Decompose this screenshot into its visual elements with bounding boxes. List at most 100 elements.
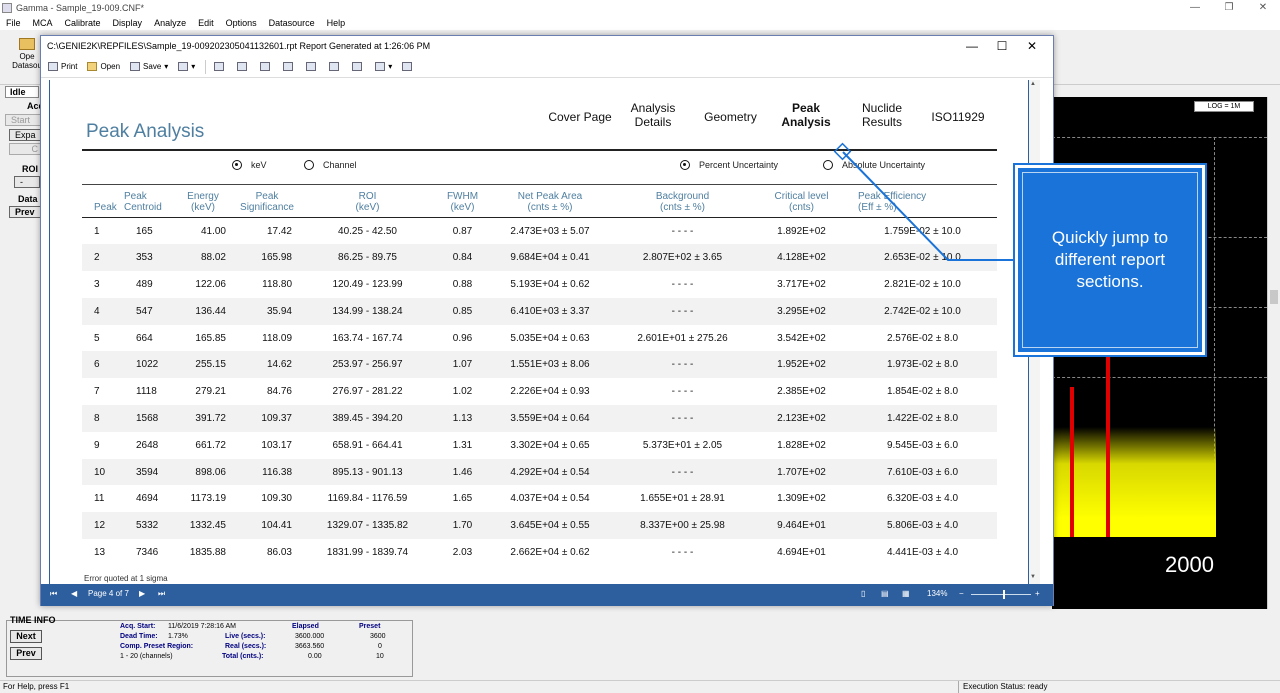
live-elapsed: 3600.000 bbox=[295, 633, 325, 640]
zoom-out-button[interactable]: − bbox=[959, 589, 964, 598]
first-page-icon[interactable]: ⏮ bbox=[50, 589, 57, 599]
status-execution-text: Execution Status: ready bbox=[958, 681, 1048, 693]
open-datasource-button[interactable]: Ope Datasou bbox=[12, 38, 42, 70]
close-button[interactable]: ✕ bbox=[1246, 0, 1280, 15]
cell-energy: 898.06 bbox=[172, 458, 234, 486]
export-button[interactable]: ▾ bbox=[178, 62, 195, 71]
expand-button[interactable]: Expa bbox=[9, 129, 41, 141]
cell-background: - - - - bbox=[610, 351, 755, 379]
table-row: 2 353 88.02 165.98 86.25 - 89.75 0.84 9.684E+0… bbox=[82, 244, 997, 272]
menu-file[interactable]: File bbox=[0, 18, 27, 28]
cell-fwhm: 1.13 bbox=[435, 405, 490, 432]
zoom-in-button[interactable]: + bbox=[1035, 589, 1040, 598]
data-label: Data bbox=[18, 194, 38, 204]
cell-efficiency: 2.653E-02 ± 10.0 bbox=[848, 244, 997, 272]
duplicate-button[interactable] bbox=[260, 62, 273, 71]
cell-peak: 13 bbox=[94, 546, 106, 558]
table-row: 12 5332 1332.45 104.41 1329.07 - 1335.82 1.70… bbox=[82, 512, 997, 540]
view-single-button[interactable] bbox=[329, 62, 342, 71]
menu-calibrate[interactable]: Calibrate bbox=[59, 18, 107, 28]
view-continuous-button[interactable] bbox=[352, 62, 365, 71]
cell-significance: 109.37 bbox=[234, 405, 300, 432]
nav-iso11929[interactable]: ISO11929 bbox=[923, 110, 993, 124]
view-multiple-button[interactable]: ▾ bbox=[375, 62, 392, 71]
grid-line bbox=[1052, 377, 1267, 378]
cell-roi: 276.97 - 281.22 bbox=[332, 386, 403, 398]
print-label: Print bbox=[61, 62, 78, 71]
nav-nuclide-results[interactable]: Nuclide Results bbox=[850, 101, 914, 129]
cell-fwhm: 1.46 bbox=[435, 458, 490, 486]
radio-absolute-uncertainty[interactable]: Absolute Uncertainty bbox=[823, 160, 925, 170]
last-page-icon[interactable]: ⏭ bbox=[158, 589, 165, 599]
start-button[interactable]: Start bbox=[5, 114, 41, 126]
fullscreen-button[interactable] bbox=[402, 62, 415, 71]
menu-mca[interactable]: MCA bbox=[27, 18, 59, 28]
menu-help[interactable]: Help bbox=[321, 18, 352, 28]
cell-efficiency: 1.759E-02 ± 10.0 bbox=[884, 225, 961, 237]
prev-button[interactable]: Prev bbox=[10, 647, 42, 660]
scroll-down-icon[interactable]: ▼ bbox=[1030, 574, 1036, 580]
menu-options[interactable]: Options bbox=[220, 18, 263, 28]
pages-icon bbox=[352, 62, 363, 71]
table-row: 3 489 122.06 118.80 120.49 - 123.99 0.88 5.193… bbox=[82, 271, 997, 298]
radio-channel[interactable]: Channel bbox=[304, 160, 357, 170]
table-button[interactable] bbox=[283, 62, 296, 71]
single-page-view-icon[interactable]: ▯ bbox=[861, 589, 865, 598]
cell-significance: 118.09 bbox=[262, 332, 292, 344]
report-close-button[interactable]: ✕ bbox=[1017, 36, 1047, 56]
menu-display[interactable]: Display bbox=[107, 18, 149, 28]
cell-background: 5.373E+01 ± 2.05 bbox=[642, 439, 723, 451]
peak-analysis-table: Peak Peak Centroid Energy (keV) Peak Sig… bbox=[82, 189, 997, 566]
menu-analyze[interactable]: Analyze bbox=[148, 18, 192, 28]
cell-centroid: 1118 bbox=[136, 386, 157, 398]
cell-critical-level: 1.707E+02 bbox=[755, 458, 848, 486]
save-button[interactable]: Save ▾ bbox=[130, 62, 168, 71]
minimize-button[interactable]: — bbox=[1178, 0, 1212, 15]
col-header-peak: Peak bbox=[82, 189, 124, 218]
menu-edit[interactable]: Edit bbox=[192, 18, 220, 28]
open-button[interactable]: Open bbox=[87, 62, 120, 71]
zoom-slider[interactable] bbox=[971, 594, 1031, 595]
app-titlebar: Gamma - Sample_19-009.CNF* — ❐ ✕ bbox=[0, 0, 1280, 15]
next-button[interactable]: Next bbox=[10, 630, 42, 643]
cell-efficiency: 9.545E-03 ± 6.0 bbox=[886, 439, 959, 451]
report-titlebar: C:\GENIE2K\REPFILES\Sample_19-0092023050… bbox=[41, 36, 1053, 56]
scrollbar-thumb[interactable] bbox=[1270, 290, 1278, 304]
nav-analysis-details[interactable]: Analysis Details bbox=[622, 101, 684, 129]
two-page-view-icon[interactable]: ▤ bbox=[881, 589, 889, 598]
col-header-peak-efficiency: Peak Efficiency (Eff ± %) bbox=[848, 189, 997, 218]
report-maximize-button[interactable]: ☐ bbox=[987, 36, 1017, 56]
grid-view-icon[interactable]: ▦ bbox=[902, 589, 910, 598]
data-prev-button[interactable]: Prev bbox=[9, 206, 41, 218]
table-row: 6 1022 255.15 14.62 253.97 - 256.97 1.07 1.551… bbox=[82, 351, 997, 379]
zoom-slider-thumb[interactable] bbox=[1003, 590, 1005, 599]
print-button[interactable]: Print bbox=[48, 62, 77, 71]
nav-peak-analysis[interactable]: Peak Analysis bbox=[775, 101, 837, 129]
c-button[interactable]: C bbox=[9, 143, 41, 155]
radio-empty-icon bbox=[823, 160, 833, 170]
log-scale-button[interactable]: LOG = 1M bbox=[1194, 101, 1254, 112]
radio-kev[interactable]: keV bbox=[232, 160, 267, 170]
report-minimize-button[interactable]: — bbox=[957, 36, 987, 56]
status-idle: Idle bbox=[5, 86, 39, 98]
cell-energy: 661.72 bbox=[195, 439, 226, 451]
menu-datasource[interactable]: Datasource bbox=[263, 18, 321, 28]
paste-button[interactable] bbox=[237, 62, 250, 71]
page-title: Peak Analysis bbox=[86, 121, 205, 142]
roi-minus-button[interactable]: - bbox=[14, 176, 40, 188]
nav-cover-page[interactable]: Cover Page bbox=[545, 110, 615, 124]
cell-roi: 253.97 - 256.97 bbox=[300, 351, 435, 379]
restore-button[interactable]: ❐ bbox=[1212, 0, 1246, 15]
page-indicator: Page 4 of 7 bbox=[88, 589, 129, 598]
nav-geometry[interactable]: Geometry bbox=[698, 110, 763, 124]
cell-centroid: 1022 bbox=[124, 351, 172, 379]
next-page-icon[interactable]: ▶ bbox=[139, 589, 145, 598]
copy-button[interactable] bbox=[214, 62, 227, 71]
radio-percent-uncertainty[interactable]: Percent Uncertainty bbox=[680, 160, 778, 170]
prev-page-icon[interactable]: ◀ bbox=[71, 589, 77, 598]
find-button[interactable] bbox=[306, 62, 319, 71]
table-row: 9 2648 661.72 103.17 658.91 - 664.41 1.31 3.30… bbox=[82, 432, 997, 459]
spectrum-scrollbar[interactable] bbox=[1267, 97, 1280, 609]
cell-centroid: 5332 bbox=[124, 512, 172, 540]
scroll-up-icon[interactable]: ▲ bbox=[1030, 81, 1036, 87]
